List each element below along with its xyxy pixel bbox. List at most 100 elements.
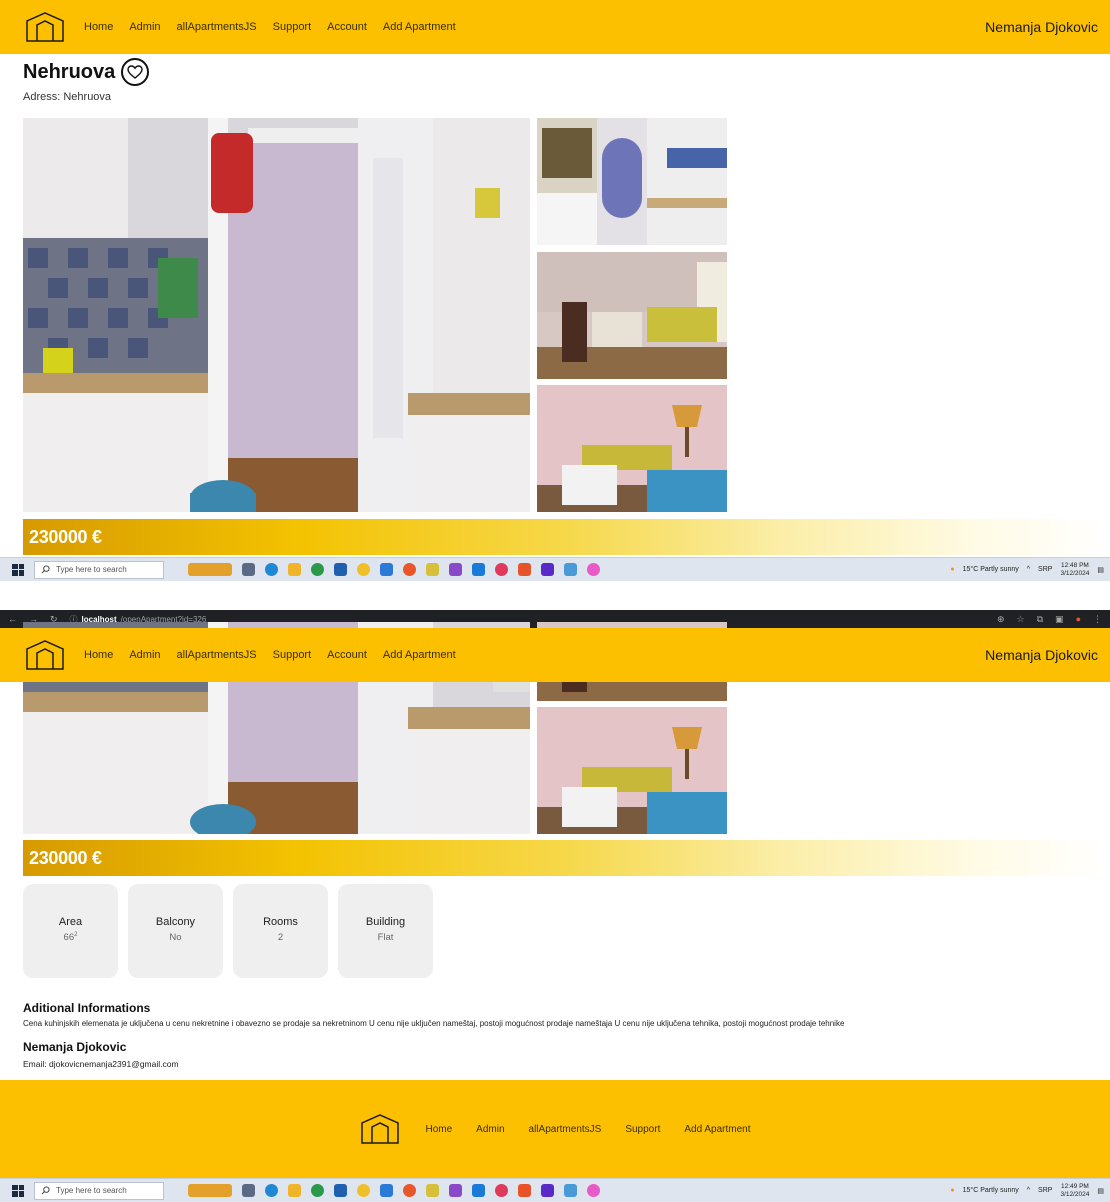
nav-all-apartments[interactable]: allApartmentsJS xyxy=(177,21,257,33)
house-logo-icon[interactable] xyxy=(24,11,66,43)
taskbar-search[interactable]: Type here to search xyxy=(34,1181,164,1200)
side-photo-living-scrolled[interactable] xyxy=(537,707,727,834)
windows-start-icon[interactable] xyxy=(12,1184,24,1197)
tray-chevron-icon[interactable]: ^ xyxy=(1027,566,1030,573)
chrome-icon[interactable] xyxy=(311,1184,324,1197)
nav-user-name[interactable]: Nemanja Djokovic xyxy=(985,19,1098,35)
weather-text[interactable]: 15°C Partly sunny xyxy=(963,566,1019,573)
side-photo-kitchen[interactable] xyxy=(537,118,727,245)
vscode-icon[interactable] xyxy=(472,563,485,576)
visual-studio-icon[interactable] xyxy=(449,1184,462,1197)
side-photo-dining[interactable] xyxy=(537,252,727,379)
footer-add-apartment[interactable]: Add Apartment xyxy=(684,1124,750,1135)
side-photo-living[interactable] xyxy=(537,385,727,512)
bookmark-star-icon[interactable]: ☆ xyxy=(1017,614,1025,625)
clock-time: 12:49 PM xyxy=(1061,1182,1089,1190)
feature-value: Flat xyxy=(377,932,394,943)
nav-home[interactable]: Home xyxy=(84,649,113,661)
task-view-icon[interactable] xyxy=(242,1184,255,1197)
mail-icon[interactable] xyxy=(334,1184,347,1197)
chrome-icon[interactable] xyxy=(311,563,324,576)
app3-icon[interactable] xyxy=(541,1184,554,1197)
footer-admin[interactable]: Admin xyxy=(476,1124,504,1135)
weather-icon[interactable]: ● xyxy=(950,1187,954,1194)
menu-dots-icon[interactable]: ⋮ xyxy=(1093,614,1102,625)
nav-account[interactable]: Account xyxy=(327,649,367,661)
app3-icon[interactable] xyxy=(541,563,554,576)
brave-icon[interactable] xyxy=(495,563,508,576)
owner-email: Email: djokovicnemanja2391@gmail.com xyxy=(23,1059,179,1069)
edge-icon[interactable] xyxy=(265,563,278,576)
brave-icon[interactable] xyxy=(495,1184,508,1197)
clock-time: 12:48 PM xyxy=(1061,561,1089,569)
nav-add-apartment[interactable]: Add Apartment xyxy=(383,649,456,661)
taskbar-widget-icon[interactable] xyxy=(188,563,232,576)
chrome-canary-icon[interactable] xyxy=(357,563,370,576)
notification-icon[interactable]: ▤ xyxy=(1097,566,1104,574)
house-logo-icon[interactable] xyxy=(359,1113,401,1145)
app-icon[interactable] xyxy=(426,1184,439,1197)
app2-icon[interactable] xyxy=(518,563,531,576)
edge-icon[interactable] xyxy=(265,1184,278,1197)
zoom-icon[interactable]: ⊕ xyxy=(997,614,1005,625)
app5-icon[interactable] xyxy=(587,563,600,576)
clock[interactable]: 12:49 PM 3/12/2024 xyxy=(1060,1183,1089,1199)
chrome-canary-icon[interactable] xyxy=(357,1184,370,1197)
nav-account[interactable]: Account xyxy=(327,21,367,33)
back-icon[interactable]: ← xyxy=(8,614,17,624)
house-logo-icon[interactable] xyxy=(24,639,66,671)
nav-admin[interactable]: Admin xyxy=(129,21,160,33)
language-indicator[interactable]: SRP xyxy=(1038,1187,1052,1194)
nav-admin[interactable]: Admin xyxy=(129,649,160,661)
price-text: 230000 € xyxy=(29,526,102,547)
windows-start-icon[interactable] xyxy=(12,563,24,576)
clock[interactable]: 12:48 PM 3/12/2024 xyxy=(1060,562,1089,578)
top-navbar-sticky: Home Admin allApartmentsJS Support Accou… xyxy=(0,628,1110,682)
weather-text[interactable]: 15°C Partly sunny xyxy=(963,1187,1019,1194)
extensions-icon[interactable]: ⧉ xyxy=(1037,614,1043,625)
notification-icon[interactable]: ▤ xyxy=(1097,1187,1104,1195)
feature-label: Balcony xyxy=(155,916,196,928)
nav-add-apartment[interactable]: Add Apartment xyxy=(383,21,456,33)
app-icon[interactable] xyxy=(426,563,439,576)
owner-name: Nemanja Djokovic xyxy=(23,1040,127,1054)
firefox-icon[interactable] xyxy=(403,1184,416,1197)
clock-date: 3/12/2024 xyxy=(1060,1190,1090,1198)
title-row: Nehruova xyxy=(23,58,150,86)
nav-support[interactable]: Support xyxy=(273,649,312,661)
nav-home[interactable]: Home xyxy=(84,21,113,33)
nav-user-name[interactable]: Nemanja Djokovic xyxy=(985,647,1098,663)
task-view-icon[interactable] xyxy=(242,563,255,576)
mail-icon[interactable] xyxy=(334,563,347,576)
file-explorer-icon[interactable] xyxy=(288,1184,301,1197)
nav-all-apartments[interactable]: allApartmentsJS xyxy=(177,649,257,661)
footer-all-apartments[interactable]: allApartmentsJS xyxy=(529,1124,602,1135)
file-explorer-icon[interactable] xyxy=(288,563,301,576)
taskbar-search[interactable]: Type here to search xyxy=(34,560,164,579)
app4-icon[interactable] xyxy=(564,1184,577,1197)
sidepanel-icon[interactable]: ▣ xyxy=(1055,614,1064,625)
app4-icon[interactable] xyxy=(564,563,577,576)
vscode-beta-icon[interactable] xyxy=(380,1184,393,1197)
favorite-button[interactable] xyxy=(121,58,150,86)
screenshot-top: Home Admin allApartmentsJS Support Accou… xyxy=(0,0,1110,582)
profile-avatar-icon[interactable]: ● xyxy=(1076,614,1081,624)
tray-chevron-icon[interactable]: ^ xyxy=(1027,1187,1030,1194)
visual-studio-icon[interactable] xyxy=(449,563,462,576)
additional-info-title: Aditional Informations xyxy=(23,1001,151,1015)
vscode-beta-icon[interactable] xyxy=(380,563,393,576)
firefox-icon[interactable] xyxy=(403,563,416,576)
vscode-icon[interactable] xyxy=(472,1184,485,1197)
app5-icon[interactable] xyxy=(587,1184,600,1197)
language-indicator[interactable]: SRP xyxy=(1038,566,1052,573)
weather-icon[interactable]: ● xyxy=(950,566,954,573)
footer-home[interactable]: Home xyxy=(425,1124,452,1135)
feature-card-balcony: Balcony No xyxy=(128,884,223,978)
taskbar-widget-icon[interactable] xyxy=(188,1184,232,1197)
app2-icon[interactable] xyxy=(518,1184,531,1197)
main-photo-kitchen[interactable] xyxy=(23,118,530,512)
search-icon xyxy=(41,1186,50,1195)
nav-support[interactable]: Support xyxy=(273,21,312,33)
footer-support[interactable]: Support xyxy=(625,1124,660,1135)
price-text: 230000 € xyxy=(29,847,102,868)
